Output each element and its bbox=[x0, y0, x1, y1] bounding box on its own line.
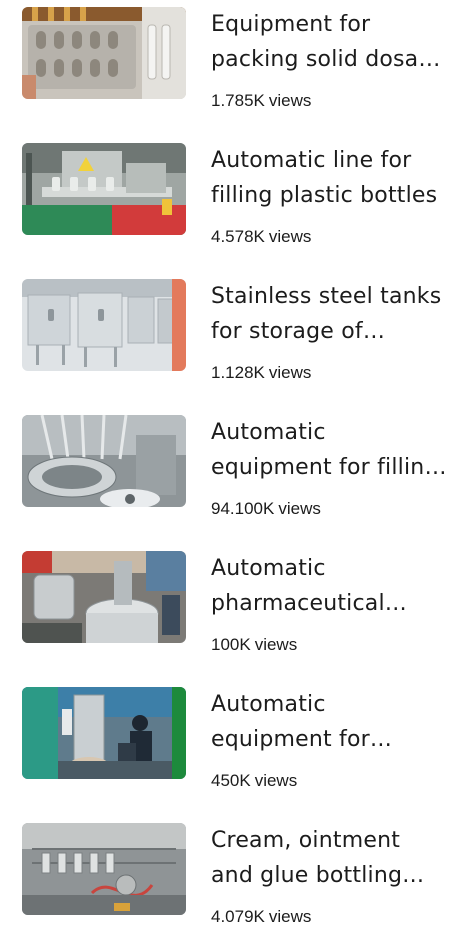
view-count-value: 450K bbox=[211, 771, 251, 790]
view-count-suffix: views bbox=[254, 771, 298, 790]
video-item-0[interactable]: Equipment for packing solid dosage forms… bbox=[0, 0, 461, 120]
video-view-count: 100K views bbox=[211, 634, 297, 656]
view-count-suffix: views bbox=[268, 91, 312, 110]
view-count-suffix: views bbox=[254, 635, 298, 654]
view-count-suffix: views bbox=[268, 227, 312, 246]
view-count-suffix: views bbox=[268, 363, 312, 382]
view-count-value: 4.079K bbox=[211, 907, 265, 926]
production-hall-photo-icon bbox=[22, 687, 186, 779]
video-view-count: 1.785K views bbox=[211, 90, 311, 112]
video-title[interactable]: Stainless steel tanks for storage of pro… bbox=[211, 279, 447, 349]
view-count-value: 1.128K bbox=[211, 363, 265, 382]
video-item-5[interactable]: Automatic equipment for production 450Kv… bbox=[0, 680, 461, 800]
video-title[interactable]: Equipment for packing solid dosage forms bbox=[211, 7, 447, 77]
video-view-count: 4.079K views bbox=[211, 906, 311, 928]
video-item-1[interactable]: Automatic line for filling plastic bottl… bbox=[0, 136, 461, 256]
view-count-value: 4.578K bbox=[211, 227, 265, 246]
video-view-count: 1.128K views bbox=[211, 362, 311, 384]
blister-pack-photo-icon bbox=[22, 7, 186, 99]
steel-tanks-photo-icon bbox=[22, 279, 186, 371]
view-count-value: 1.785K bbox=[211, 91, 265, 110]
video-title[interactable]: Automatic equipment for production bbox=[211, 687, 447, 757]
video-title[interactable]: Automatic equipment for filling vials bbox=[211, 415, 447, 485]
pharma-reactor-photo-icon bbox=[22, 551, 186, 643]
video-item-6[interactable]: Cream, ointment and glue bottling line 4… bbox=[0, 816, 461, 936]
view-count-value: 100K bbox=[211, 635, 251, 654]
video-thumbnail[interactable] bbox=[22, 279, 186, 371]
tube-filler-photo-icon bbox=[22, 823, 186, 915]
video-view-count: 94.100K views bbox=[211, 498, 321, 520]
view-count-suffix: views bbox=[268, 907, 312, 926]
video-item-3[interactable]: Automatic equipment for filling vials 94… bbox=[0, 408, 461, 528]
video-item-4[interactable]: Automatic pharmaceutical equipment 100Kv… bbox=[0, 544, 461, 664]
filling-line-photo-icon bbox=[22, 143, 186, 235]
video-view-count: 4.578K views bbox=[211, 226, 311, 248]
view-count-value: 94.100K bbox=[211, 499, 275, 518]
video-thumbnail[interactable] bbox=[22, 7, 186, 99]
video-item-2[interactable]: Stainless steel tanks for storage of pro… bbox=[0, 272, 461, 392]
video-title[interactable]: Cream, ointment and glue bottling line bbox=[211, 823, 447, 893]
view-count-suffix: views bbox=[278, 499, 321, 518]
video-view-count: 450K views bbox=[211, 770, 297, 792]
vial-filler-photo-icon bbox=[22, 415, 186, 507]
video-thumbnail[interactable] bbox=[22, 551, 186, 643]
video-thumbnail[interactable] bbox=[22, 415, 186, 507]
video-thumbnail[interactable] bbox=[22, 823, 186, 915]
video-title[interactable]: Automatic line for filling plastic bottl… bbox=[211, 143, 447, 213]
video-thumbnail[interactable] bbox=[22, 143, 186, 235]
video-thumbnail[interactable] bbox=[22, 687, 186, 779]
video-title[interactable]: Automatic pharmaceutical equipment bbox=[211, 551, 447, 621]
